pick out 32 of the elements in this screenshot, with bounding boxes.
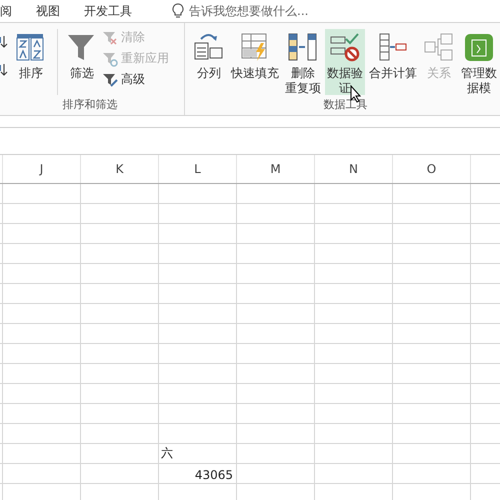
- table-cell-text: 43065: [194, 467, 234, 484]
- cube-icon: [463, 31, 495, 63]
- table-cell-text: 六: [160, 445, 174, 462]
- ribbon-tab[interactable]: 视图: [36, 2, 72, 20]
- ribbon-button[interactable]: 高级: [102, 71, 169, 88]
- filter-pencil-icon: [102, 72, 118, 88]
- column-header[interactable]: L: [158, 155, 236, 183]
- filter-refresh-icon: [102, 50, 118, 66]
- group-label: 排序和筛选: [62, 97, 118, 113]
- table-arrow-icon: [377, 31, 409, 63]
- linked-tables-icon: [423, 31, 455, 63]
- ribbon-button[interactable]: 筛选: [64, 29, 100, 95]
- column-header[interactable]: J: [2, 155, 80, 183]
- column-header[interactable]: N: [314, 155, 392, 183]
- ribbon-button[interactable]: 删除 重复项: [283, 29, 323, 95]
- column-header[interactable]: M: [236, 155, 314, 183]
- checkmark-no-sign-icon: [329, 31, 361, 63]
- column-header[interactable]: O: [392, 155, 470, 183]
- column-header[interactable]: K: [80, 155, 158, 183]
- search-field[interactable]: 告诉我您想要做什么...: [189, 4, 349, 18]
- columns-arrow-icon: [287, 31, 319, 63]
- ribbon-button[interactable]: 排序: [13, 29, 58, 95]
- ribbon-button[interactable]: 数据验 证: [325, 29, 365, 95]
- ribbon-button[interactable]: 管理数 据模: [459, 29, 499, 95]
- ribbon-button[interactable]: 分列: [191, 29, 227, 95]
- ribbon-button[interactable]: 快速填充: [229, 29, 281, 95]
- filter-x-icon: [102, 30, 118, 46]
- ribbon-button[interactable]: 合并计算: [367, 29, 419, 95]
- formula-bar[interactable]: [0, 127, 500, 155]
- lightbulb-icon: [170, 3, 186, 19]
- ribbon-tab[interactable]: 阅: [0, 2, 24, 20]
- ribbon-tab[interactable]: 开发工具: [84, 2, 144, 20]
